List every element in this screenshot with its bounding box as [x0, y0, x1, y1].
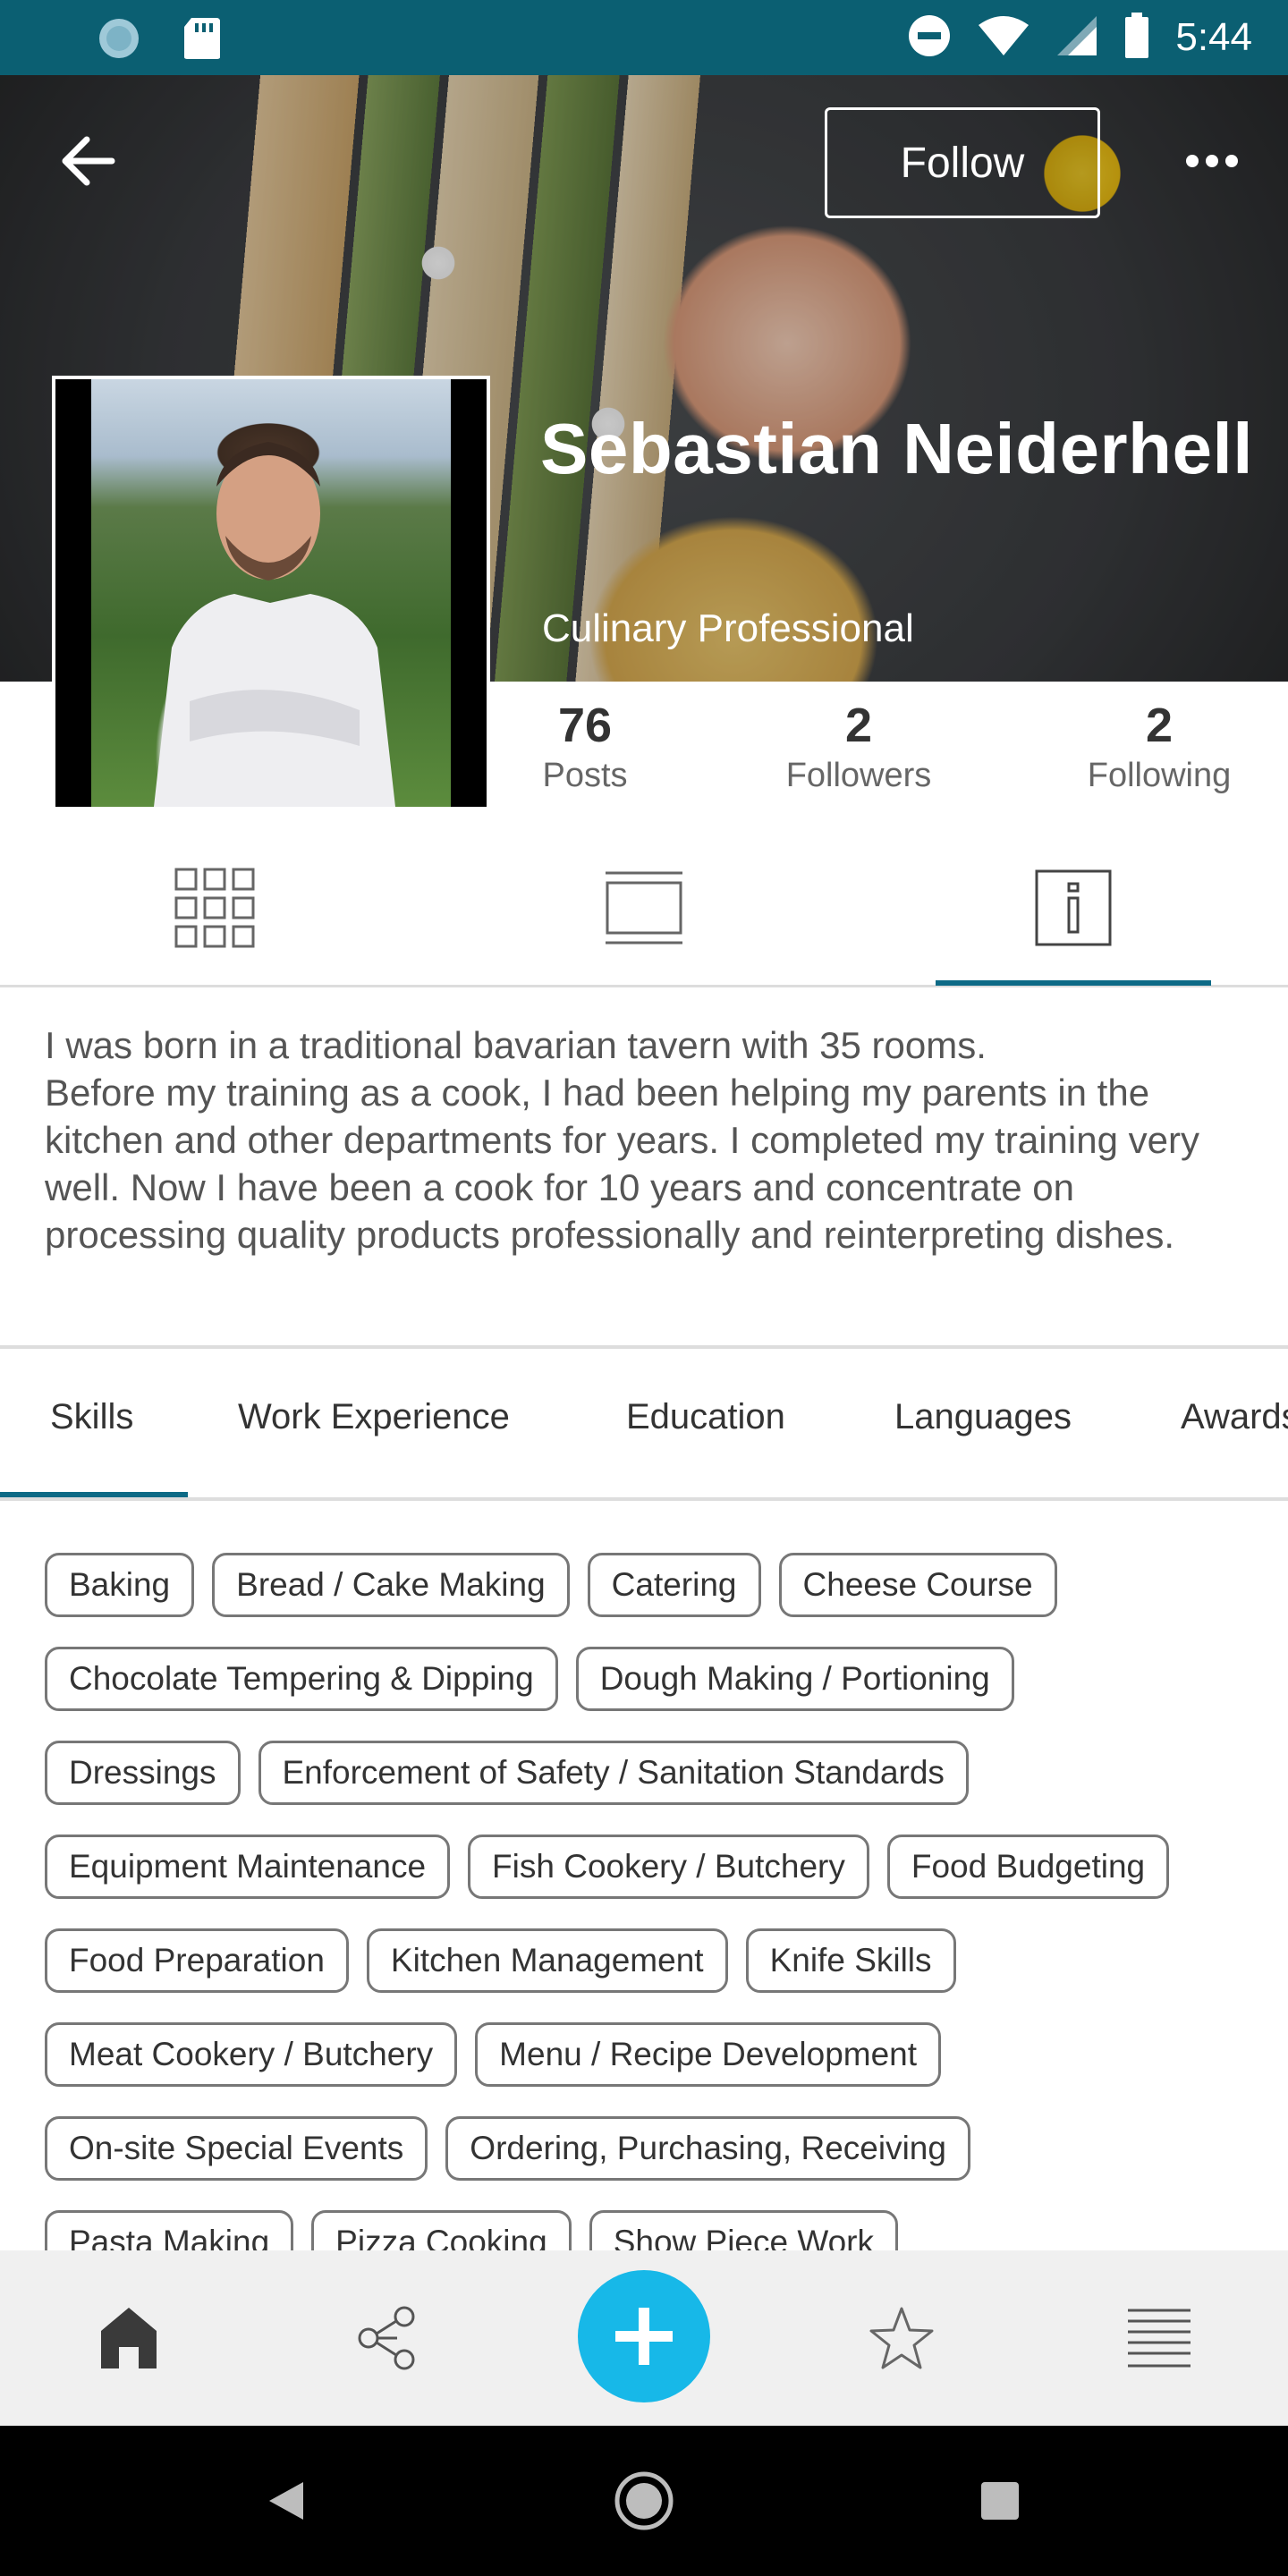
stat-following[interactable]: 2 Following	[1079, 698, 1240, 795]
skills-list: Baking Bread / Cake Making Catering Chee…	[45, 1553, 1252, 2250]
skills-row: Meat Cookery / Butchery Menu / Recipe De…	[45, 2022, 1252, 2087]
skill-chip[interactable]: Ordering, Purchasing, Receiving	[445, 2116, 970, 2181]
system-recents-button[interactable]	[964, 2465, 1036, 2537]
stat-followers[interactable]: 2 Followers	[778, 698, 939, 795]
skill-chip[interactable]: Meat Cookery / Butchery	[45, 2022, 458, 2087]
nav-network[interactable]	[343, 2293, 433, 2383]
tab-awards[interactable]: Awards	[1181, 1397, 1288, 1437]
skill-chip[interactable]: Menu / Recipe Development	[475, 2022, 942, 2087]
tab-work-experience[interactable]: Work Experience	[238, 1397, 510, 1437]
skill-chip[interactable]: Dressings	[45, 1741, 241, 1805]
skill-chip[interactable]: Enforcement of Safety / Sanitation Stand…	[258, 1741, 969, 1805]
skill-chip[interactable]: Pasta Making	[45, 2210, 294, 2250]
list-view-icon	[606, 871, 682, 945]
status-time: 5:44	[1175, 15, 1252, 59]
skill-chip[interactable]: Pizza Cooking	[311, 2210, 572, 2250]
avatar-photo	[91, 379, 451, 807]
skill-chip[interactable]: Kitchen Management	[366, 1928, 728, 1993]
square-recents-icon	[981, 2482, 1019, 2520]
skills-row: Chocolate Tempering & Dipping Dough Maki…	[45, 1647, 1252, 1711]
star-icon	[869, 2307, 934, 2369]
system-navigation-bar	[0, 2426, 1288, 2576]
battery-icon	[1123, 12, 1150, 64]
profile-role: Culinary Professional	[542, 606, 914, 650]
stat-posts-label: Posts	[542, 757, 628, 794]
skill-chip[interactable]: Baking	[45, 1553, 195, 1617]
system-home-button[interactable]	[608, 2465, 680, 2537]
more-dot	[1206, 155, 1218, 167]
system-back-button[interactable]	[250, 2465, 322, 2537]
skills-row: Pasta Making Pizza Cooking Show Piece Wo…	[45, 2210, 1252, 2250]
skill-chip[interactable]: Catering	[587, 1553, 761, 1617]
bottom-navigation	[0, 2250, 1288, 2426]
skill-chip[interactable]: Chocolate Tempering & Dipping	[45, 1647, 558, 1711]
info-icon	[1035, 869, 1112, 946]
more-dot	[1186, 155, 1199, 167]
status-bar: 5:44	[0, 0, 1288, 75]
skill-chip[interactable]: Cheese Course	[778, 1553, 1057, 1617]
skill-chip[interactable]: Dough Making / Portioning	[575, 1647, 1014, 1711]
divider	[0, 1497, 1288, 1501]
section-tabs: Skills Work Experience Education Languag…	[0, 1349, 1288, 1501]
skill-chip[interactable]: Fish Cookery / Butchery	[468, 1835, 869, 1899]
wifi-icon	[977, 14, 1030, 62]
bio-text: I was born in a traditional bavarian tav…	[45, 1024, 1199, 1256]
skills-row: Food Preparation Kitchen Management Knif…	[45, 1928, 1252, 1993]
do-not-disturb-icon	[907, 13, 952, 63]
skills-row: Equipment Maintenance Fish Cookery / But…	[45, 1835, 1252, 1899]
skills-row: Baking Bread / Cake Making Catering Chee…	[45, 1553, 1252, 1617]
skill-chip[interactable]: Show Piece Work	[589, 2210, 899, 2250]
stat-posts[interactable]: 76 Posts	[535, 698, 635, 795]
active-tab-indicator	[936, 980, 1211, 986]
profile-name: Sebastian Neiderhell	[540, 409, 1253, 488]
skill-chip[interactable]: Knife Skills	[745, 1928, 956, 1993]
add-icon	[615, 2308, 673, 2365]
network-icon	[358, 2306, 415, 2370]
more-dot	[1225, 155, 1238, 167]
sd-card-icon	[182, 16, 222, 65]
signal-icon	[1055, 14, 1098, 62]
nav-favorites[interactable]	[857, 2293, 946, 2383]
circle-home-icon	[614, 2471, 674, 2530]
skill-chip[interactable]: Food Preparation	[45, 1928, 349, 1993]
tab-info-view[interactable]	[1020, 859, 1127, 957]
stat-posts-value: 76	[557, 699, 613, 752]
stat-following-value: 2	[1145, 699, 1174, 752]
tab-list-view[interactable]	[590, 859, 698, 957]
tab-languages[interactable]: Languages	[894, 1397, 1072, 1437]
triangle-back-icon	[269, 2482, 303, 2520]
menu-icon	[1128, 2309, 1191, 2368]
grid-view-icon	[174, 868, 255, 948]
skill-chip[interactable]: On-site Special Events	[45, 2116, 428, 2181]
tab-grid-view[interactable]	[161, 859, 268, 957]
skill-chip[interactable]: Equipment Maintenance	[45, 1835, 451, 1899]
tab-skills[interactable]: Skills	[50, 1397, 133, 1437]
follow-button[interactable]: Follow	[825, 107, 1100, 218]
data-saver-icon	[97, 16, 141, 65]
back-button[interactable]	[52, 125, 123, 197]
nav-home[interactable]	[84, 2293, 174, 2383]
stat-followers-value: 2	[844, 699, 873, 752]
stat-following-label: Following	[1087, 757, 1232, 794]
stat-followers-label: Followers	[785, 757, 932, 794]
back-arrow-icon	[62, 136, 115, 186]
add-post-button[interactable]	[578, 2270, 710, 2402]
skill-chip[interactable]: Bread / Cake Making	[212, 1553, 570, 1617]
skill-chip[interactable]: Food Budgeting	[886, 1835, 1170, 1899]
nav-menu[interactable]	[1114, 2293, 1204, 2383]
skills-row: Dressings Enforcement of Safety / Sanita…	[45, 1741, 1252, 1805]
skills-row: On-site Special Events Ordering, Purchas…	[45, 2116, 1252, 2181]
more-options-button[interactable]	[1163, 134, 1261, 188]
view-tabs	[0, 805, 1288, 987]
tab-education[interactable]: Education	[626, 1397, 785, 1437]
avatar[interactable]	[52, 376, 490, 810]
home-icon	[101, 2308, 157, 2368]
